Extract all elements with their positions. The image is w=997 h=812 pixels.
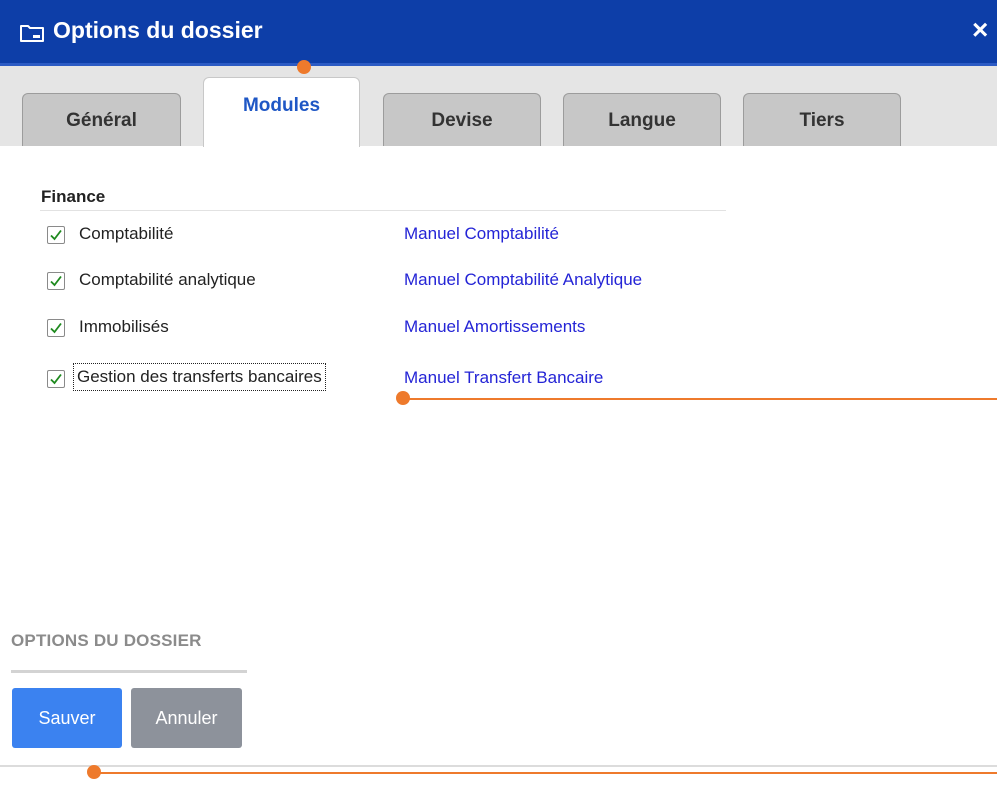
manual-link-comptabilite-analytique[interactable]: Manuel Comptabilité Analytique bbox=[404, 270, 642, 290]
cancel-button[interactable]: Annuler bbox=[131, 688, 242, 748]
tab-content-modules: Finance Comptabilité Manuel Comptabilité… bbox=[0, 146, 997, 766]
tab-general[interactable]: Général bbox=[22, 93, 181, 146]
footer-section-title: OPTIONS DU DOSSIER bbox=[11, 631, 202, 650]
dialog-title: Options du dossier bbox=[53, 17, 263, 43]
module-label-focused: Gestion des transferts bancaires bbox=[73, 363, 326, 391]
section-divider bbox=[40, 210, 726, 211]
save-button[interactable]: Sauver bbox=[12, 688, 122, 748]
section-title: Finance bbox=[41, 187, 106, 206]
annotation-marker-dot bbox=[87, 765, 101, 779]
folder-icon bbox=[19, 23, 45, 43]
manual-link-comptabilite[interactable]: Manuel Comptabilité bbox=[404, 224, 559, 244]
dialog-bottom-divider bbox=[0, 765, 997, 767]
checkbox-comptabilite-analytique[interactable] bbox=[47, 272, 65, 290]
checkbox-immobilises[interactable] bbox=[47, 319, 65, 337]
footer-divider bbox=[11, 670, 247, 673]
dialog-titlebar: Options du dossier × bbox=[0, 0, 997, 66]
module-label: Comptabilité analytique bbox=[79, 270, 256, 289]
tab-bar: Général Modules Devise Langue Tiers bbox=[0, 66, 997, 147]
manual-link-transfert-bancaire[interactable]: Manuel Transfert Bancaire bbox=[404, 368, 603, 388]
module-label: Comptabilité bbox=[79, 224, 174, 243]
checkbox-transferts-bancaires[interactable] bbox=[47, 370, 65, 388]
annotation-leader-line bbox=[95, 772, 997, 774]
module-label: Immobilisés bbox=[79, 317, 169, 336]
folder-options-dialog: Options du dossier × Général Modules Dev… bbox=[0, 0, 997, 812]
tab-devise[interactable]: Devise bbox=[383, 93, 541, 146]
tab-langue[interactable]: Langue bbox=[563, 93, 721, 146]
manual-link-amortissements[interactable]: Manuel Amortissements bbox=[404, 317, 585, 337]
checkbox-comptabilite[interactable] bbox=[47, 226, 65, 244]
tab-tiers[interactable]: Tiers bbox=[743, 93, 901, 146]
annotation-marker-dot bbox=[297, 60, 311, 74]
close-icon[interactable]: × bbox=[972, 16, 988, 44]
annotation-leader-line bbox=[405, 398, 997, 400]
annotation-marker-dot bbox=[396, 391, 410, 405]
tab-modules[interactable]: Modules bbox=[203, 77, 360, 147]
